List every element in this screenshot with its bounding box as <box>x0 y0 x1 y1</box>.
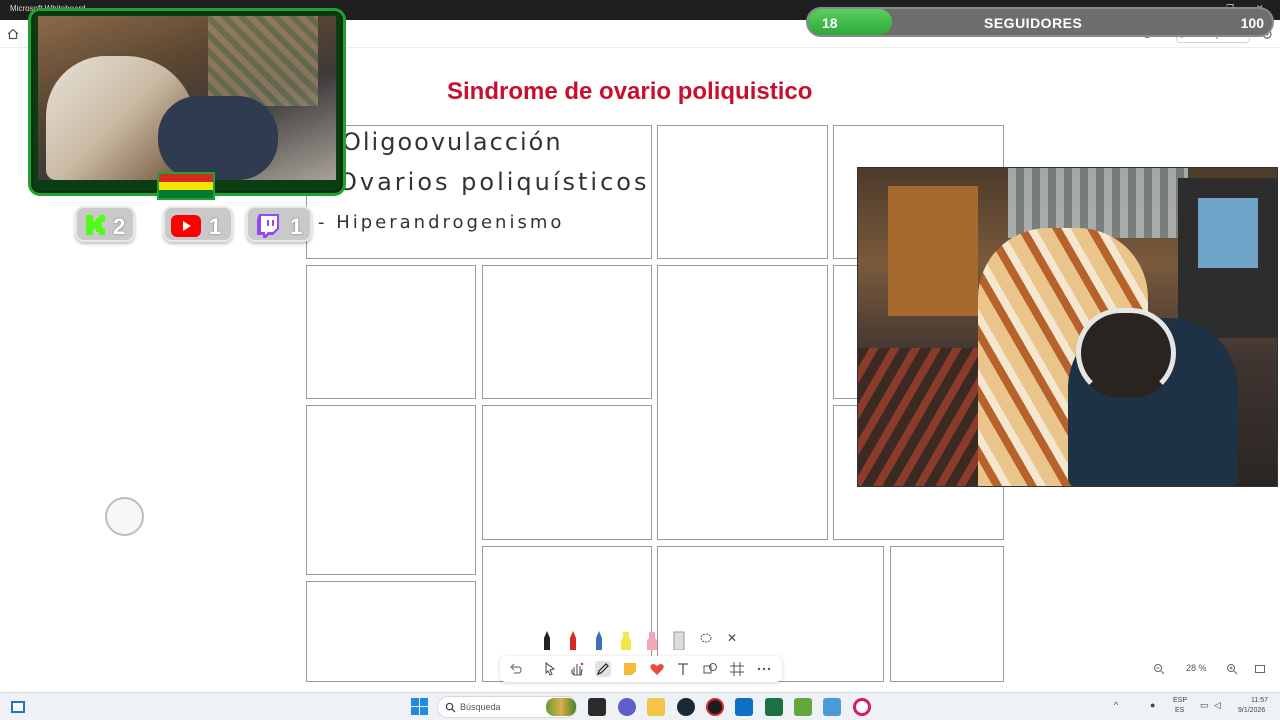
board-frame[interactable] <box>482 265 652 399</box>
follower-goal: 100 <box>1240 15 1264 31</box>
handwritten-note[interactable]: - Hiperandrogenismo <box>318 212 564 233</box>
file-explorer-icon[interactable] <box>647 698 665 716</box>
twitch-icon <box>257 214 279 238</box>
undo-icon[interactable] <box>508 661 524 677</box>
bottom-toolbar <box>500 656 782 682</box>
taskbar: Búsqueda ^ ● ESP ES ▭ ◁ 11:57 9/1/2026 <box>0 692 1280 720</box>
taskbar-search[interactable]: Búsqueda <box>437 696 577 718</box>
cursor-ring <box>105 497 144 536</box>
kick-icon <box>86 215 105 235</box>
steam-icon[interactable] <box>677 698 695 716</box>
browser-icon[interactable] <box>853 698 871 716</box>
search-placeholder: Búsqueda <box>460 702 501 712</box>
kick-viewer-count: 2 <box>113 214 126 239</box>
webcam-feed-small <box>38 16 336 180</box>
game-app-icon[interactable] <box>794 698 812 716</box>
zoom-in-icon[interactable] <box>1226 663 1238 675</box>
zoom-level: 28 % <box>1186 663 1207 673</box>
follower-goal-bar: 18 SEGUIDORES 100 <box>806 7 1274 37</box>
chat-app-icon[interactable] <box>618 698 636 716</box>
excel-icon[interactable] <box>765 698 783 716</box>
whiteboard-app-icon[interactable] <box>735 698 753 716</box>
handwritten-note[interactable]: Oligoovulacción <box>342 128 563 156</box>
board-frame[interactable] <box>482 405 652 540</box>
reaction-icon[interactable] <box>649 661 665 677</box>
clock-time[interactable]: 11:57 <box>1251 697 1268 704</box>
black-pen-icon[interactable] <box>540 630 554 650</box>
kick-viewers-badge: 2 <box>75 206 135 242</box>
twitch-viewers-badge: 1 <box>246 206 312 242</box>
language-bottom[interactable]: ES <box>1175 707 1184 714</box>
windows-start-icon[interactable] <box>411 698 428 715</box>
lasso-icon[interactable] <box>699 630 713 650</box>
board-frame[interactable] <box>890 546 1004 682</box>
pen-tray-close-button[interactable]: ✕ <box>727 631 737 645</box>
board-title: Sindrome de ovario poliquistico <box>447 78 813 105</box>
zoom-controls: 28 % <box>1148 660 1272 678</box>
network-app-icon[interactable] <box>823 698 841 716</box>
youtube-icon <box>171 215 201 237</box>
board-frame[interactable] <box>306 405 476 575</box>
handwritten-note[interactable]: Ovarios poliquísticos <box>338 168 649 196</box>
red-pen-icon[interactable] <box>566 630 580 650</box>
youtube-viewers-badge: 1 <box>163 206 233 242</box>
home-icon[interactable] <box>7 28 19 40</box>
sticky-note-icon[interactable] <box>622 661 638 677</box>
volume-icon[interactable]: ◁ <box>1214 700 1221 711</box>
ruler-icon[interactable] <box>672 630 686 650</box>
microphone-icon[interactable]: ● <box>1150 700 1155 710</box>
language-top[interactable]: ESP <box>1173 697 1187 704</box>
pen-tray: ✕ <box>534 628 748 650</box>
follower-label: SEGUIDORES <box>984 15 1083 31</box>
hand-icon[interactable] <box>569 661 585 677</box>
youtube-viewer-count: 1 <box>209 214 222 239</box>
task-view-icon[interactable] <box>588 698 606 716</box>
twitch-viewer-count: 1 <box>290 214 303 239</box>
board-frame[interactable] <box>306 581 476 682</box>
follower-progress-fill <box>808 9 892 35</box>
text-icon[interactable] <box>675 661 691 677</box>
board-frame[interactable] <box>306 265 476 399</box>
yellow-highlighter-icon[interactable] <box>619 630 633 650</box>
network-icon[interactable]: ▭ <box>1200 700 1209 711</box>
pink-highlighter-icon[interactable] <box>645 630 659 650</box>
board-frame[interactable] <box>657 125 828 259</box>
obs-icon[interactable] <box>706 698 724 716</box>
more-icon[interactable] <box>756 661 772 677</box>
clock-date[interactable]: 9/1/2026 <box>1238 707 1265 714</box>
fit-to-screen-icon[interactable] <box>1254 663 1266 675</box>
show-desktop-icon[interactable] <box>10 699 26 715</box>
board-frame[interactable] <box>657 265 828 540</box>
pen-icon[interactable] <box>595 661 611 677</box>
shapes-icon[interactable] <box>702 661 718 677</box>
screen: Microsoft Whiteboard — ❐ ✕ Compartir 18 … <box>0 0 1280 720</box>
frame-icon[interactable] <box>729 661 745 677</box>
bolivia-flag-icon <box>157 172 215 200</box>
zoom-out-icon[interactable] <box>1153 663 1165 675</box>
select-icon[interactable] <box>542 661 558 677</box>
search-highlight-image <box>546 698 576 716</box>
search-icon <box>445 702 456 713</box>
webcam-feed-large <box>857 167 1278 487</box>
tray-chevron-icon[interactable]: ^ <box>1114 700 1118 710</box>
blue-pen-icon[interactable] <box>592 630 606 650</box>
follower-count: 18 <box>822 15 838 31</box>
